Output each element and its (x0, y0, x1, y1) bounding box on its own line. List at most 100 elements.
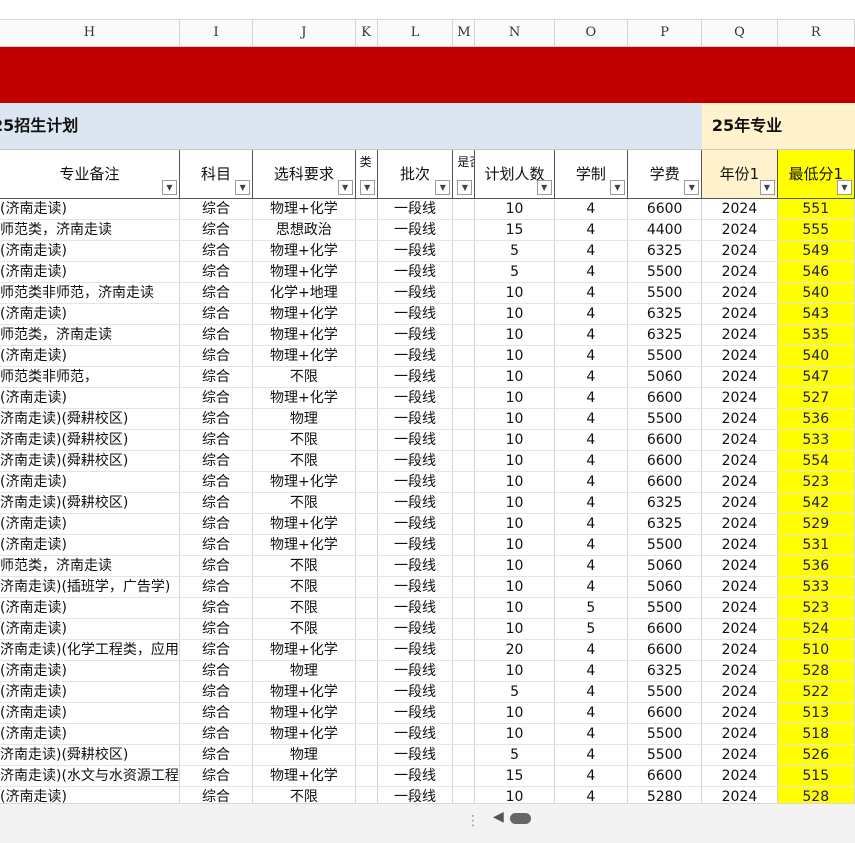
table-cell[interactable]: 不限 (252, 786, 356, 804)
table-cell[interactable]: 10 (474, 723, 555, 745)
table-cell[interactable]: 4 (554, 429, 628, 451)
table-cell[interactable]: 10 (474, 282, 555, 304)
table-cell[interactable] (452, 723, 476, 745)
table-cell[interactable]: 20 (474, 639, 555, 661)
table-cell[interactable]: (济南走读) (0, 597, 180, 619)
table-cell[interactable]: 2024 (701, 471, 778, 493)
table-cell[interactable]: 一段线 (377, 324, 454, 346)
table-cell[interactable]: 2024 (701, 786, 778, 804)
table-cell[interactable]: 2024 (701, 492, 778, 514)
table-cell[interactable]: 物理+化学 (252, 324, 356, 346)
table-cell[interactable]: 555 (777, 219, 855, 241)
table-cell[interactable]: 10 (474, 408, 555, 430)
table-cell[interactable]: 4 (554, 261, 628, 283)
table-cell[interactable]: 不限 (252, 450, 356, 472)
table-cell[interactable] (452, 240, 476, 262)
table-cell[interactable] (452, 765, 476, 787)
table-cell[interactable] (355, 282, 378, 304)
header-cell-10[interactable]: 最低分1 ▼ (777, 149, 855, 199)
table-cell[interactable]: 4 (554, 303, 628, 325)
table-cell[interactable]: 2024 (701, 345, 778, 367)
table-cell[interactable]: 物理+化学 (252, 639, 356, 661)
table-cell[interactable] (452, 576, 476, 598)
table-cell[interactable]: 6600 (627, 639, 703, 661)
table-cell[interactable]: 综合 (179, 555, 254, 577)
table-cell[interactable]: 5500 (627, 723, 703, 745)
table-cell[interactable]: 515 (777, 765, 855, 787)
table-cell[interactable]: 540 (777, 282, 855, 304)
table-cell[interactable] (355, 345, 378, 367)
table-cell[interactable]: 一段线 (377, 576, 454, 598)
table-cell[interactable]: 不限 (252, 492, 356, 514)
table-cell[interactable]: 5500 (627, 681, 703, 703)
table-cell[interactable]: 济南走读)(化学工程类，应用 (0, 639, 180, 661)
table-cell[interactable]: 综合 (179, 702, 254, 724)
table-cell[interactable]: (济南走读) (0, 618, 180, 640)
table-cell[interactable]: 554 (777, 450, 855, 472)
table-cell[interactable]: 不限 (252, 555, 356, 577)
filter-dropdown-icon[interactable]: ▼ (161, 180, 177, 195)
table-cell[interactable]: 528 (777, 786, 855, 804)
table-cell[interactable]: 济南走读)(舜耕校区) (0, 492, 180, 514)
table-cell[interactable]: 510 (777, 639, 855, 661)
table-cell[interactable] (355, 408, 378, 430)
table-cell[interactable]: 540 (777, 345, 855, 367)
table-cell[interactable]: 4 (554, 513, 628, 535)
table-cell[interactable]: 10 (474, 702, 555, 724)
table-cell[interactable]: 10 (474, 198, 555, 220)
table-cell[interactable]: (济南走读) (0, 723, 180, 745)
table-cell[interactable]: 不限 (252, 576, 356, 598)
table-cell[interactable]: 综合 (179, 681, 254, 703)
table-cell[interactable]: 5500 (627, 345, 703, 367)
table-cell[interactable]: 2024 (701, 261, 778, 283)
table-cell[interactable]: 6600 (627, 765, 703, 787)
column-letter-l[interactable]: L (377, 20, 454, 47)
table-cell[interactable]: 2024 (701, 303, 778, 325)
table-cell[interactable] (355, 744, 378, 766)
table-cell[interactable]: 物理+化学 (252, 681, 356, 703)
table-cell[interactable]: 547 (777, 366, 855, 388)
header-cell-0[interactable]: 专业备注 ▼ (0, 149, 180, 199)
table-cell[interactable]: 一段线 (377, 786, 454, 804)
table-cell[interactable]: 4 (554, 408, 628, 430)
table-cell[interactable]: 4 (554, 702, 628, 724)
table-cell[interactable]: 535 (777, 324, 855, 346)
table-cell[interactable]: 不限 (252, 618, 356, 640)
header-cell-7[interactable]: 学制 ▼ (554, 149, 628, 199)
column-letter-n[interactable]: N (474, 20, 555, 47)
table-cell[interactable] (355, 723, 378, 745)
table-cell[interactable]: 5 (474, 240, 555, 262)
table-cell[interactable]: 5500 (627, 534, 703, 556)
table-cell[interactable]: 物理+化学 (252, 198, 356, 220)
table-cell[interactable]: 一段线 (377, 492, 454, 514)
table-cell[interactable]: 不限 (252, 366, 356, 388)
column-letter-q[interactable]: Q (701, 20, 778, 47)
table-cell[interactable]: 物理+化学 (252, 345, 356, 367)
table-cell[interactable] (452, 408, 476, 430)
table-cell[interactable]: 5500 (627, 261, 703, 283)
table-cell[interactable] (355, 303, 378, 325)
table-cell[interactable]: 2024 (701, 534, 778, 556)
table-cell[interactable] (452, 450, 476, 472)
table-cell[interactable]: 551 (777, 198, 855, 220)
table-cell[interactable]: 一段线 (377, 723, 454, 745)
table-cell[interactable] (355, 618, 378, 640)
table-cell[interactable] (355, 240, 378, 262)
table-cell[interactable]: (济南走读) (0, 681, 180, 703)
table-cell[interactable] (452, 513, 476, 535)
table-cell[interactable]: 综合 (179, 765, 254, 787)
table-cell[interactable]: 5500 (627, 408, 703, 430)
table-cell[interactable]: 5 (474, 744, 555, 766)
table-cell[interactable] (452, 219, 476, 241)
table-cell[interactable]: 2024 (701, 660, 778, 682)
table-cell[interactable]: 一段线 (377, 429, 454, 451)
table-cell[interactable]: 综合 (179, 219, 254, 241)
table-cell[interactable] (452, 366, 476, 388)
table-cell[interactable]: 一段线 (377, 366, 454, 388)
table-cell[interactable]: 一段线 (377, 198, 454, 220)
table-cell[interactable] (452, 387, 476, 409)
table-cell[interactable]: 济南走读)(插班学，广告学) (0, 576, 180, 598)
table-cell[interactable]: 6600 (627, 429, 703, 451)
table-cell[interactable]: 526 (777, 744, 855, 766)
table-cell[interactable]: 4 (554, 219, 628, 241)
